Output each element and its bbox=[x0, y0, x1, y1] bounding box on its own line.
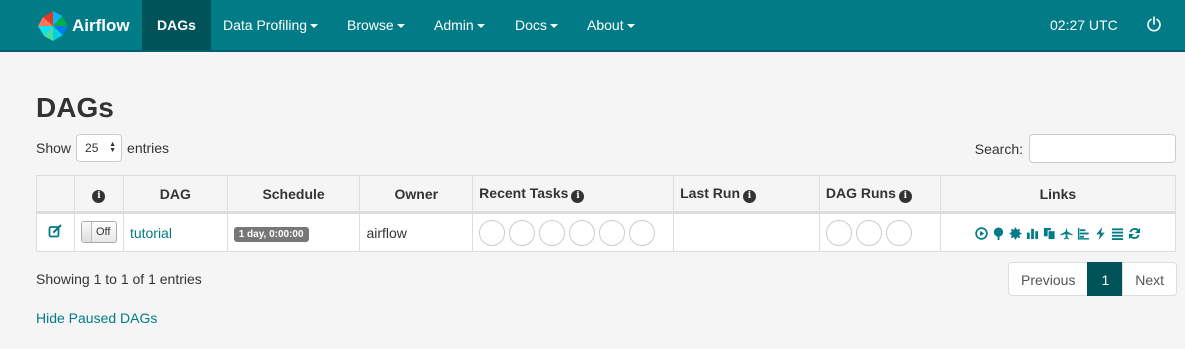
search: Search: bbox=[975, 134, 1176, 163]
nav-data-profiling[interactable]: Data Profiling bbox=[223, 0, 319, 50]
status-circle[interactable] bbox=[509, 219, 536, 246]
col-dag[interactable]: DAG bbox=[122, 175, 228, 214]
recent-tasks-circles bbox=[479, 219, 667, 246]
nav-browse-label: Browse bbox=[347, 17, 394, 33]
chevron-down-icon bbox=[310, 24, 319, 29]
previous-button[interactable]: Previous bbox=[1008, 262, 1089, 296]
info-icon: i bbox=[92, 189, 106, 203]
edit-icon[interactable] bbox=[48, 224, 62, 238]
dag-runs-cell bbox=[818, 212, 941, 252]
chevron-down-icon bbox=[626, 24, 635, 29]
refresh-icon[interactable] bbox=[1128, 227, 1141, 240]
show-entries: Show 25 ▲ ▼ entries bbox=[36, 134, 169, 162]
col-edit bbox=[36, 175, 75, 214]
power-icon[interactable] bbox=[1146, 16, 1162, 32]
status-circle[interactable] bbox=[539, 219, 566, 246]
airflow-logo-icon bbox=[38, 11, 68, 41]
clock: 02:27 UTC bbox=[1050, 17, 1118, 33]
logs-icon[interactable] bbox=[1111, 227, 1124, 241]
show-label: Show bbox=[36, 140, 72, 156]
nav-admin[interactable]: Admin bbox=[434, 0, 485, 50]
status-circle[interactable] bbox=[855, 219, 882, 246]
col-dag-runs[interactable]: DAG Runs i bbox=[818, 175, 941, 214]
trigger-dag-icon[interactable] bbox=[975, 227, 988, 241]
col-schedule[interactable]: Schedule bbox=[226, 175, 361, 214]
col-owner[interactable]: Owner bbox=[359, 175, 474, 214]
entries-label: entries bbox=[127, 140, 170, 156]
col-info: i bbox=[73, 175, 124, 214]
chevron-down-icon bbox=[476, 24, 485, 29]
info-icon: i bbox=[571, 189, 585, 203]
page-title: DAGs bbox=[36, 92, 114, 123]
task-duration-icon[interactable] bbox=[1026, 227, 1039, 240]
entries-select[interactable]: 25 ▲ ▼ bbox=[76, 134, 123, 162]
task-tries-icon[interactable] bbox=[1043, 227, 1056, 241]
dag-runs-circles bbox=[825, 219, 934, 246]
tree-view-icon[interactable] bbox=[992, 227, 1005, 241]
col-links: Links bbox=[939, 175, 1177, 214]
chevron-down-icon bbox=[396, 24, 405, 29]
col-dag-runs-label: DAG Runs bbox=[825, 184, 896, 201]
nav-data-profiling-label: Data Profiling bbox=[223, 17, 308, 33]
status-circle[interactable] bbox=[569, 219, 596, 246]
pause-toggle[interactable]: Off bbox=[80, 220, 117, 243]
status-circle[interactable] bbox=[599, 219, 626, 246]
next-button[interactable]: Next bbox=[1122, 262, 1178, 296]
page-button-1[interactable]: 1 bbox=[1087, 262, 1124, 296]
gantt-icon[interactable] bbox=[1077, 227, 1090, 240]
dags-table: i DAG Schedule Owner Recent Tasks i Last … bbox=[36, 175, 1177, 252]
nav-browse[interactable]: Browse bbox=[347, 0, 405, 50]
status-circle[interactable] bbox=[629, 219, 656, 246]
search-input[interactable] bbox=[1029, 134, 1176, 163]
nav-admin-label: Admin bbox=[434, 17, 474, 33]
col-recent-tasks[interactable]: Recent Tasks i bbox=[472, 175, 675, 214]
last-run-cell bbox=[673, 212, 820, 252]
col-last-run-label: Last Run bbox=[680, 184, 741, 201]
select-arrows-icon: ▲ ▼ bbox=[109, 141, 117, 154]
status-circle[interactable] bbox=[885, 219, 912, 246]
brand-text: Airflow bbox=[72, 16, 130, 35]
toggle-label: Off bbox=[95, 225, 111, 238]
dag-cell: tutorial bbox=[122, 212, 228, 252]
code-icon[interactable] bbox=[1094, 227, 1107, 241]
owner-cell: airflow bbox=[359, 212, 474, 252]
edit-cell bbox=[36, 212, 75, 252]
nav-about-label: About bbox=[587, 17, 624, 33]
toggle-cell: Off bbox=[73, 212, 124, 252]
status-circle[interactable] bbox=[825, 219, 852, 246]
info-icon: i bbox=[898, 189, 912, 203]
nav-dags[interactable]: DAGs bbox=[142, 0, 211, 50]
graph-view-icon[interactable] bbox=[1008, 227, 1022, 241]
table-info: Showing 1 to 1 of 1 entries bbox=[36, 271, 202, 287]
nav-dags-label: DAGs bbox=[157, 17, 196, 33]
nav-docs-label: Docs bbox=[515, 17, 547, 33]
status-circle[interactable] bbox=[479, 219, 506, 246]
table-header-row: i DAG Schedule Owner Recent Tasks i Last … bbox=[36, 175, 1177, 214]
nav-about[interactable]: About bbox=[587, 0, 635, 50]
brand-link[interactable]: Airflow bbox=[36, 8, 130, 44]
schedule-cell: 1 day, 0:00:00 bbox=[226, 212, 361, 252]
recent-tasks-cell bbox=[472, 212, 675, 252]
col-recent-tasks-label: Recent Tasks bbox=[479, 184, 569, 201]
landing-times-icon[interactable] bbox=[1060, 227, 1073, 240]
toggle-knob bbox=[81, 221, 92, 242]
col-last-run[interactable]: Last Run i bbox=[673, 175, 820, 214]
chevron-down-icon bbox=[549, 24, 558, 29]
pagination: Previous 1 Next bbox=[1008, 262, 1178, 296]
navbar: Airflow DAGs Data Profiling Browse Admin… bbox=[0, 0, 1185, 52]
info-icon: i bbox=[743, 189, 757, 203]
schedule-badge: 1 day, 0:00:00 bbox=[233, 226, 309, 242]
table-row: Off tutorial 1 day, 0:00:00 airflow bbox=[36, 212, 1177, 252]
links-cell bbox=[939, 212, 1177, 252]
dag-link[interactable]: tutorial bbox=[130, 225, 172, 241]
search-label: Search: bbox=[974, 140, 1023, 157]
nav-docs[interactable]: Docs bbox=[515, 0, 558, 50]
hide-paused-dags-link[interactable]: Hide Paused DAGs bbox=[36, 310, 157, 326]
entries-value: 25 bbox=[85, 141, 99, 155]
